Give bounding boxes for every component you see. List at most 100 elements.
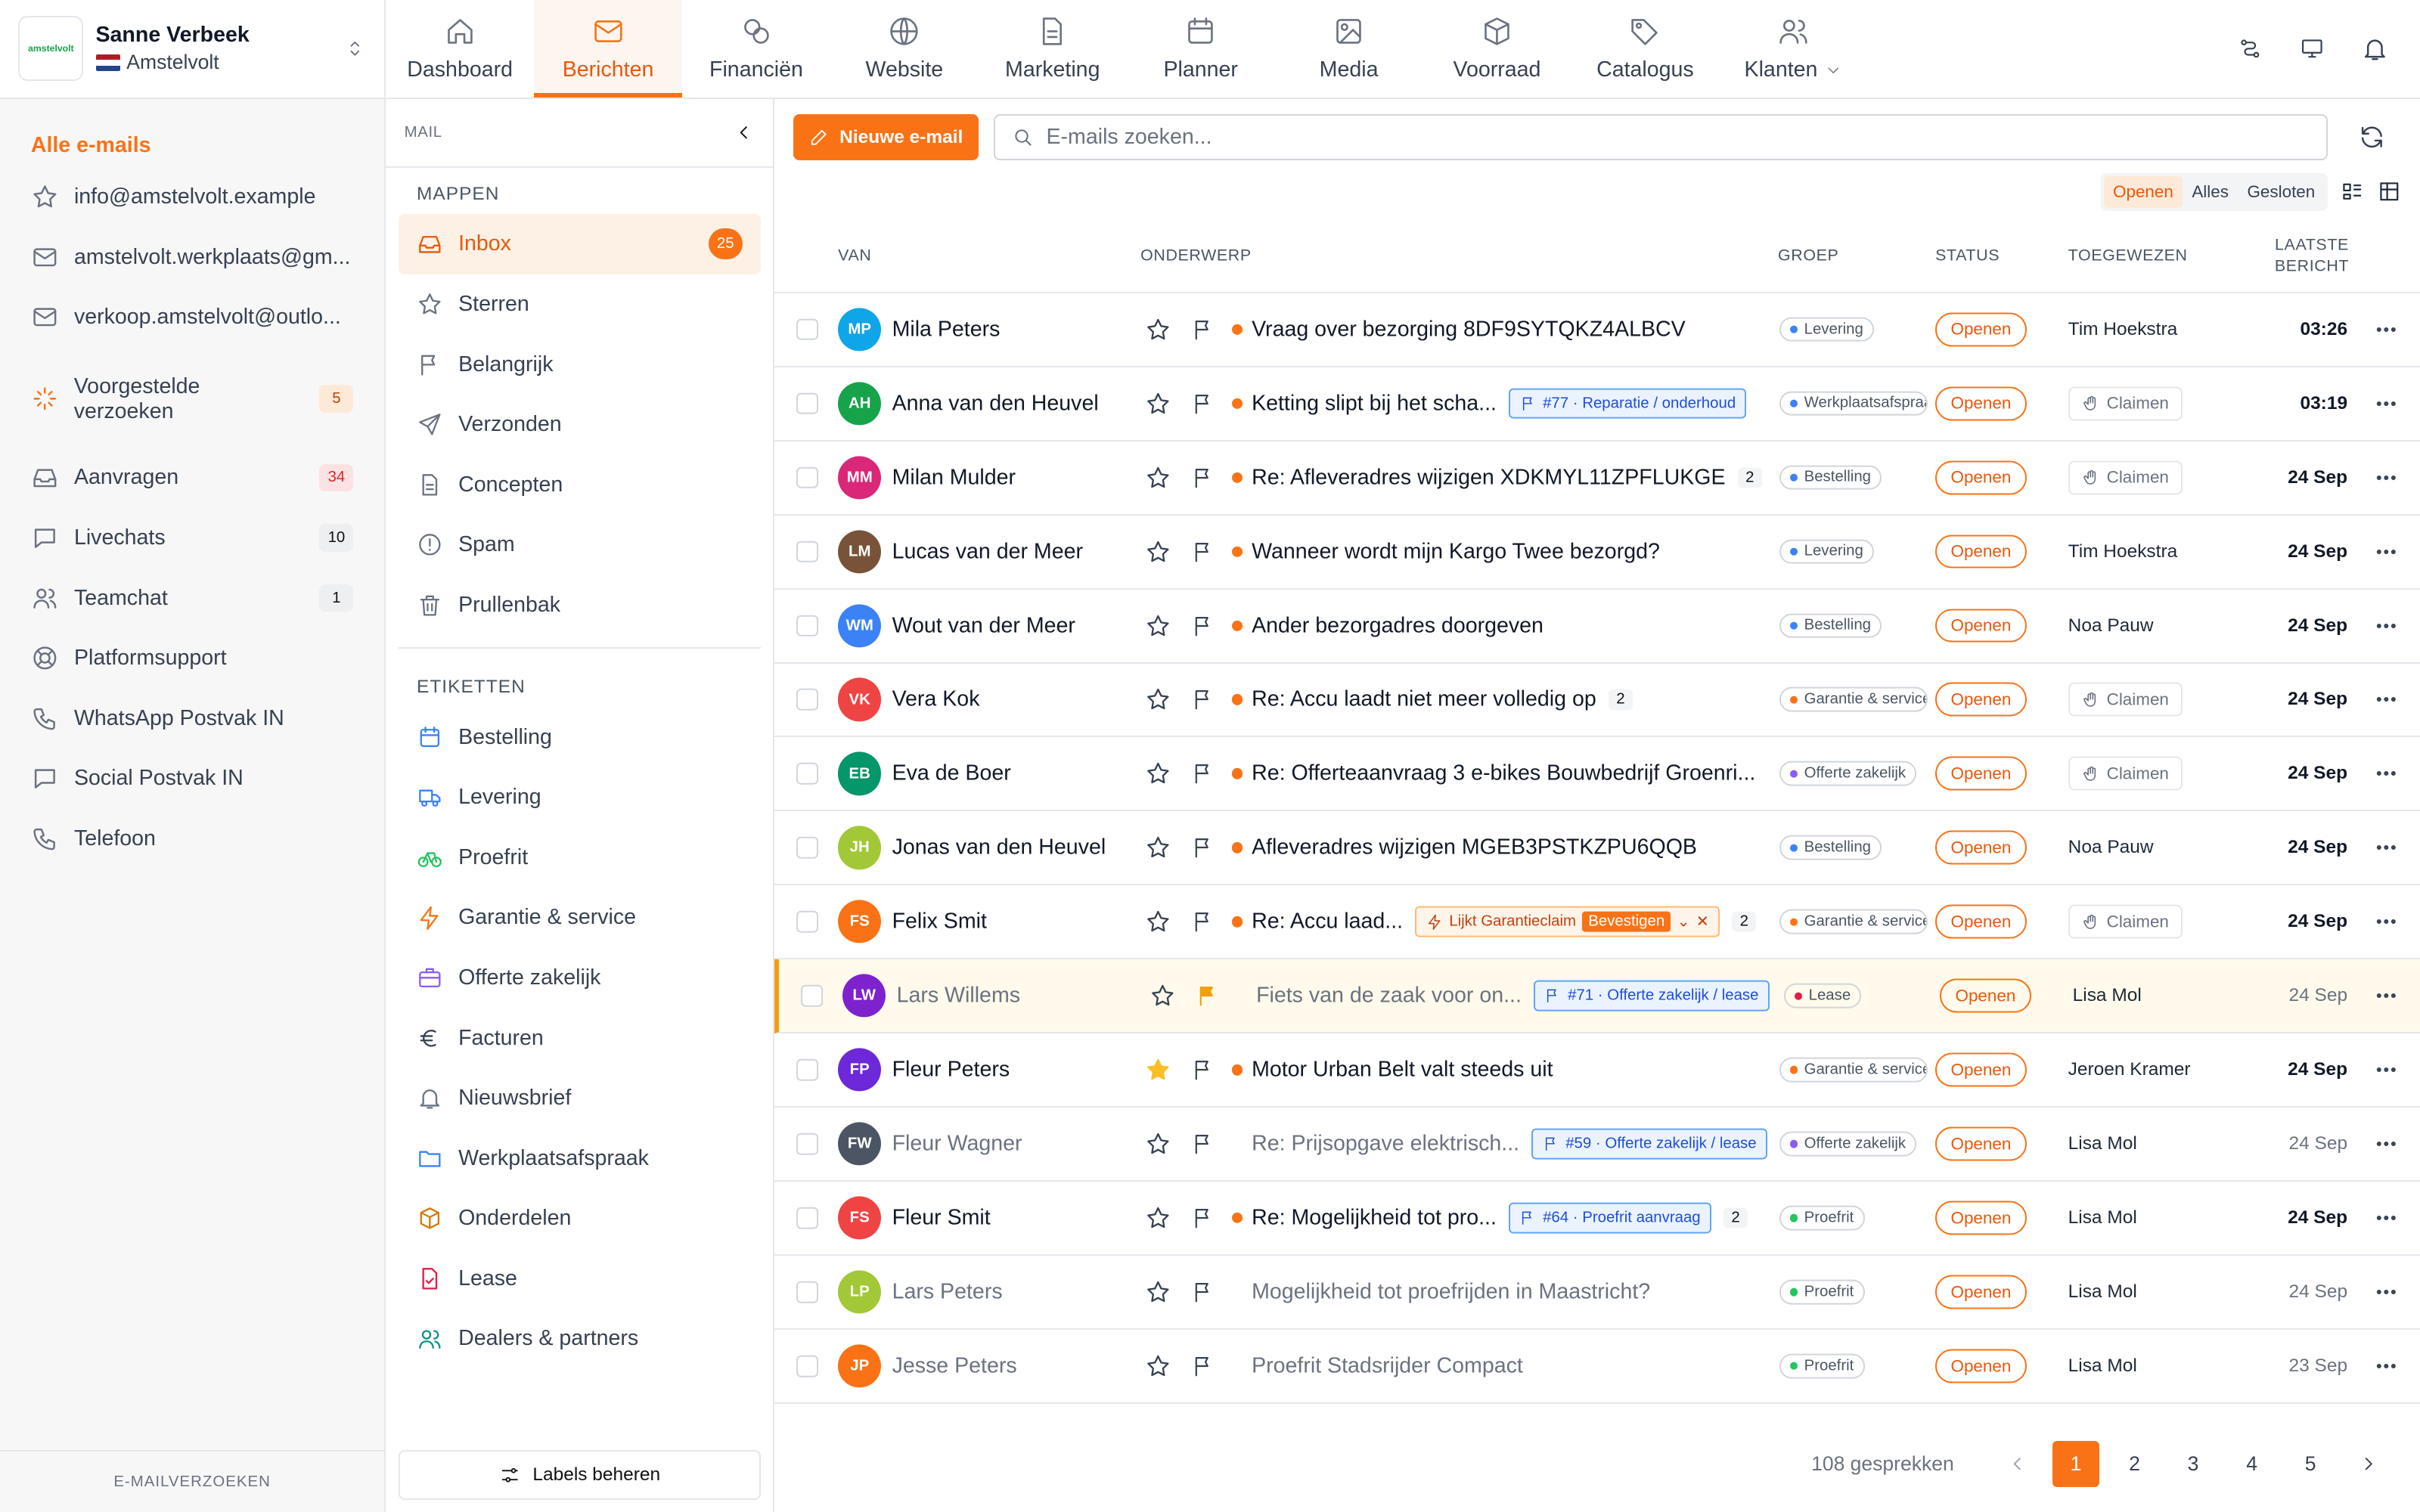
flag-toggle[interactable] [1196,984,1221,1009]
email-row[interactable]: LW Lars Willems Fiets van de zaak voor o… [774,959,2420,1034]
flag-toggle[interactable] [1191,1058,1216,1083]
row-checkbox[interactable] [796,1355,818,1377]
email-row[interactable]: FP Fleur Peters Motor Urban Belt valt st… [774,1033,2420,1108]
star-toggle[interactable] [1145,464,1171,491]
nav-berichten[interactable]: Berichten [534,0,682,98]
more-actions[interactable] [2374,317,2399,342]
email-row[interactable]: JH Jonas van den Heuvel Afleveradres wij… [774,811,2420,886]
more-actions[interactable] [2374,613,2399,638]
email-row[interactable]: LM Lucas van der Meer Wanneer wordt mijn… [774,516,2420,590]
status-badge[interactable]: Openen [1935,1201,2027,1235]
all-emails-link[interactable]: Alle e-mails [0,99,384,167]
claim-button[interactable]: Claimen [2068,460,2183,495]
more-actions[interactable] [2374,909,2399,934]
star-toggle[interactable] [1145,1131,1171,1157]
folder-spam[interactable]: Spam [399,515,762,575]
row-checkbox[interactable] [796,466,818,488]
star-toggle[interactable] [1145,1279,1171,1306]
flag-toggle[interactable] [1191,1354,1216,1379]
email-row[interactable]: MM Milan Mulder Re: Afleveradres wijzige… [774,442,2420,516]
email-row[interactable]: FW Fleur Wagner Re: Prijsopgave elektris… [774,1108,2420,1182]
claim-button[interactable]: Claimen [2068,904,2183,939]
filter-gesloten[interactable]: Gesloten [2238,176,2324,208]
manage-labels-button[interactable]: Labels beheren [398,1450,762,1500]
row-checkbox[interactable] [796,1207,818,1229]
page-button[interactable]: 5 [2287,1441,2333,1487]
label-levering[interactable]: Levering [399,767,762,828]
page-button[interactable]: 4 [2229,1441,2275,1487]
table-view-icon[interactable] [2377,179,2402,204]
nav-marketing[interactable]: Marketing [979,0,1127,98]
more-actions[interactable] [2374,1280,2399,1305]
row-checkbox[interactable] [796,541,818,562]
row-checkbox[interactable] [796,1132,818,1155]
flag-toggle[interactable] [1191,687,1216,712]
flag-toggle[interactable] [1191,317,1216,342]
flag-toggle[interactable] [1191,761,1216,786]
status-badge[interactable]: Openen [1935,1275,2027,1309]
col-van[interactable]: VAN [838,246,871,265]
col-onderwerp[interactable]: ONDERWERP [1140,246,1252,265]
status-badge[interactable]: Openen [1935,609,2027,643]
new-email-button[interactable]: Nieuwe e-mail [793,114,979,161]
flag-toggle[interactable] [1191,909,1216,934]
label-onderdelen[interactable]: Onderdelen [399,1188,762,1249]
folder-verzonden[interactable]: Verzonden [399,395,762,455]
more-actions[interactable] [2374,835,2399,860]
flag-toggle[interactable] [1191,1206,1216,1231]
email-row[interactable]: LP Lars Peters Mogelijkheid tot proefrij… [774,1256,2420,1331]
email-row[interactable]: VK Vera Kok Re: Accu laadt niet meer vol… [774,664,2420,738]
col-groep[interactable]: GROEP [1778,246,1838,265]
star-toggle[interactable] [1145,390,1171,417]
more-actions[interactable] [2374,1206,2399,1231]
flag-toggle[interactable] [1191,1280,1216,1305]
row-checkbox[interactable] [796,911,818,933]
star-toggle[interactable] [1145,1205,1171,1232]
refresh-button[interactable] [2343,123,2402,151]
folder-prullenbak[interactable]: Prullenbak [399,575,762,636]
nav-financin[interactable]: Financiën [682,0,830,98]
more-actions[interactable] [2374,1058,2399,1083]
nav-website[interactable]: Website [830,0,979,98]
row-checkbox[interactable] [796,837,818,859]
nav-catalogus[interactable]: Catalogus [1571,0,1719,98]
star-toggle[interactable] [1145,316,1171,342]
filter-openen[interactable]: Openen [2103,175,2183,208]
email-row[interactable]: AH Anna van den Heuvel Ketting slipt bij… [774,367,2420,442]
sidebar-item-socialpostvakin[interactable]: Social Postvak IN [0,748,384,809]
next-page-button[interactable] [2346,1441,2392,1487]
nav-voorraad[interactable]: Voorraad [1423,0,1571,98]
star-toggle[interactable] [1145,909,1171,935]
folder-sterren[interactable]: Sterren [399,274,762,335]
star-toggle[interactable] [1145,761,1171,787]
status-badge[interactable]: Openen [1935,312,2027,347]
nav-planner[interactable]: Planner [1127,0,1275,98]
label-nieuwsbrief[interactable]: Nieuwsbrief [399,1068,762,1129]
more-actions[interactable] [2374,761,2399,786]
flag-toggle[interactable] [1191,835,1216,860]
col-toegewezen[interactable]: TOEGEWEZEN [2068,246,2188,265]
account-item[interactable]: info@amstelvolt.example [0,167,384,228]
sidebar-item-whatsapppostvakin[interactable]: WhatsApp Postvak IN [0,688,384,748]
flag-toggle[interactable] [1191,391,1216,416]
status-badge[interactable]: Openen [1935,1126,2027,1161]
status-badge[interactable]: Openen [1935,756,2027,791]
filter-alles[interactable]: Alles [2183,176,2238,208]
flag-toggle[interactable] [1191,539,1216,564]
label-facturen[interactable]: Facturen [399,1008,762,1068]
row-checkbox[interactable] [796,1281,818,1303]
label-dealerspartners[interactable]: Dealers & partners [399,1309,762,1369]
account-item[interactable]: amstelvolt.werkplaats@gm... [0,227,384,287]
email-row[interactable]: FS Felix Smit Re: Accu laad... Lijkt Gara… [774,885,2420,960]
flag-toggle[interactable] [1191,465,1216,490]
folder-belangrijk[interactable]: Belangrijk [399,334,762,395]
sidebar-item-platformsupport[interactable]: Platformsupport [0,628,384,689]
suggested-requests[interactable]: Voorgestelde verzoeken 5 [0,369,384,429]
row-checkbox[interactable] [796,689,818,711]
monitor-icon[interactable] [2300,36,2325,61]
star-toggle[interactable] [1145,538,1171,565]
more-actions[interactable] [2374,539,2399,564]
status-badge[interactable]: Openen [1935,534,2027,569]
status-badge[interactable]: Openen [1935,386,2027,421]
label-bestelling[interactable]: Bestelling [399,707,762,767]
